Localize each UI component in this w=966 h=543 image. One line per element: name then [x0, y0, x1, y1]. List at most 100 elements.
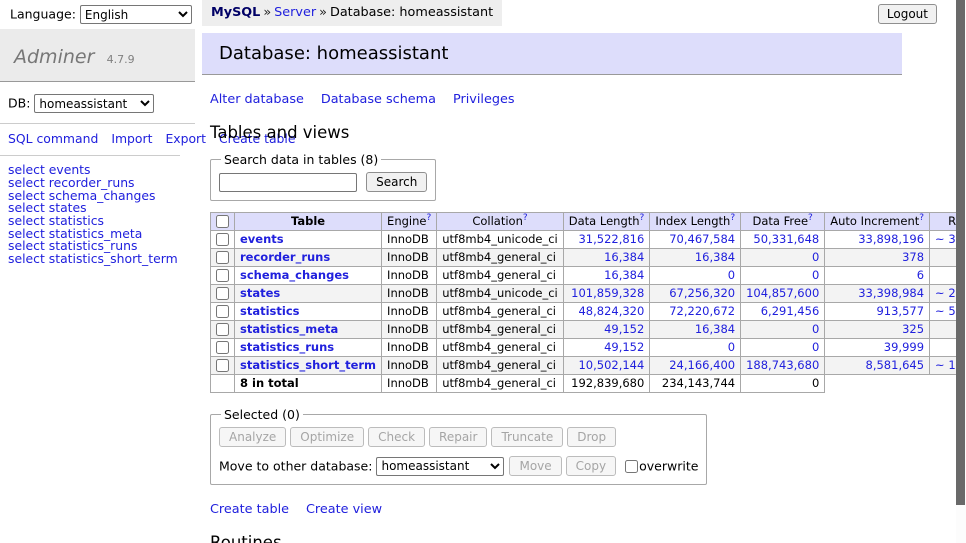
- language-select[interactable]: English: [80, 5, 192, 24]
- table-link-recorder-runs[interactable]: recorder_runs: [240, 250, 330, 264]
- sidebar-link-export[interactable]: Export: [165, 131, 206, 146]
- data_length-link[interactable]: 49,152: [604, 340, 644, 354]
- row-checkbox[interactable]: [216, 269, 229, 282]
- column-hint-link[interactable]: ?: [808, 213, 813, 223]
- column-hint-link[interactable]: ?: [523, 213, 528, 223]
- analyze-button[interactable]: Analyze: [219, 427, 286, 447]
- selected-legend: Selected (0): [221, 407, 303, 422]
- sidebar-link-sql-command[interactable]: SQL command: [8, 131, 98, 146]
- index_length-link[interactable]: 0: [728, 268, 735, 282]
- index_length-link[interactable]: 16,384: [695, 250, 735, 264]
- db-action-database-schema[interactable]: Database schema: [321, 92, 436, 107]
- row-checkbox[interactable]: [216, 341, 229, 354]
- cell-index_length: 72,220,672: [650, 303, 741, 321]
- column-hint-link[interactable]: ?: [426, 213, 431, 223]
- column-hint-link[interactable]: ?: [730, 213, 735, 223]
- check-button[interactable]: Check: [368, 427, 425, 447]
- auto_increment-link[interactable]: 325: [902, 322, 924, 336]
- column-hint-link[interactable]: ?: [919, 213, 924, 223]
- auto_increment-link[interactable]: 378: [902, 250, 924, 264]
- row-checkbox[interactable]: [216, 287, 229, 300]
- row-checkbox[interactable]: [216, 251, 229, 264]
- table-link-statistics-runs[interactable]: statistics_runs: [240, 340, 334, 354]
- drop-button[interactable]: Drop: [567, 427, 616, 447]
- select-all-checkbox[interactable]: [216, 215, 229, 228]
- table-link-statistics-meta[interactable]: statistics_meta: [240, 322, 338, 336]
- db-action-alter-database[interactable]: Alter database: [210, 92, 304, 107]
- table-link-schema-changes[interactable]: schema_changes: [240, 268, 349, 282]
- data_free-link[interactable]: 0: [812, 340, 819, 354]
- data_length-link[interactable]: 16,384: [604, 250, 644, 264]
- data_length-link[interactable]: 101,859,328: [571, 286, 644, 300]
- data_free-link[interactable]: 0: [812, 268, 819, 282]
- move-row: Move to other database:homeassistantMove…: [219, 456, 698, 476]
- truncate-button[interactable]: Truncate: [491, 427, 563, 447]
- table-link-states[interactable]: states: [240, 286, 280, 300]
- data_length-link[interactable]: 10,502,144: [578, 358, 644, 372]
- column-hint-link[interactable]: ?: [640, 213, 645, 223]
- copy-button[interactable]: Copy: [566, 456, 616, 476]
- cell-data_length: 16,384: [563, 249, 650, 267]
- cell-engine: InnoDB: [382, 231, 437, 249]
- data_free-link[interactable]: 0: [812, 322, 819, 336]
- data_length-link[interactable]: 49,152: [604, 322, 644, 336]
- index_length-link[interactable]: 70,467,584: [669, 232, 735, 246]
- move-db-select[interactable]: homeassistant: [376, 457, 504, 476]
- column-header-auto-increment: Auto Increment?: [825, 213, 930, 231]
- cell-auto_increment: 6: [825, 267, 930, 285]
- data_length-link[interactable]: 16,384: [604, 268, 644, 282]
- sidebar-link-import[interactable]: Import: [111, 131, 152, 146]
- row-checkbox[interactable]: [216, 233, 229, 246]
- table-link-events[interactable]: events: [240, 232, 284, 246]
- db-select[interactable]: homeassistant: [34, 94, 154, 113]
- footer-data-free: 0: [741, 375, 825, 393]
- breadcrumb-separator: »: [319, 5, 327, 20]
- create-link-create-view[interactable]: Create view: [306, 502, 382, 517]
- table-link-statistics-short-term[interactable]: statistics_short_term: [240, 358, 376, 372]
- sidebar-select-statistics-short-term[interactable]: select statistics_short_term: [8, 251, 178, 266]
- auto_increment-link[interactable]: 33,398,984: [858, 286, 924, 300]
- auto_increment-link[interactable]: 39,999: [884, 340, 924, 354]
- table-link-statistics[interactable]: statistics: [240, 304, 300, 318]
- index_length-link[interactable]: 16,384: [695, 322, 735, 336]
- index_length-link[interactable]: 24,166,400: [669, 358, 735, 372]
- search-input[interactable]: [219, 173, 357, 192]
- column-header-label: Index Length: [655, 214, 730, 228]
- overwrite-checkbox[interactable]: [625, 460, 638, 473]
- search-button[interactable]: Search: [366, 172, 427, 192]
- data_free-link[interactable]: 6,291,456: [761, 304, 820, 318]
- index_length-link[interactable]: 72,220,672: [669, 304, 735, 318]
- adminer-brand-link[interactable]: Adminer: [14, 46, 94, 68]
- repair-button[interactable]: Repair: [429, 427, 487, 447]
- data_free-link[interactable]: 104,857,600: [746, 286, 819, 300]
- auto_increment-link[interactable]: 8,581,645: [866, 358, 925, 372]
- breadcrumb-mysql-link[interactable]: MySQL: [211, 5, 260, 20]
- cell-data_free: 0: [741, 339, 825, 357]
- index_length-link[interactable]: 0: [728, 340, 735, 354]
- db-action-privileges[interactable]: Privileges: [453, 92, 515, 107]
- breadcrumb-server-link[interactable]: Server: [274, 5, 316, 20]
- data_free-link[interactable]: 188,743,680: [746, 358, 819, 372]
- row-checkbox[interactable]: [216, 323, 229, 336]
- data_free-link[interactable]: 50,331,648: [753, 232, 819, 246]
- index_length-link[interactable]: 67,256,320: [669, 286, 735, 300]
- row-checkbox[interactable]: [216, 359, 229, 372]
- logout-button[interactable]: Logout: [878, 4, 937, 24]
- create-link-create-table[interactable]: Create table: [210, 502, 289, 517]
- cell-engine: InnoDB: [382, 267, 437, 285]
- data_free-link[interactable]: 0: [812, 250, 819, 264]
- cell-data_free: 6,291,456: [741, 303, 825, 321]
- optimize-button[interactable]: Optimize: [290, 427, 364, 447]
- table-row: schema_changesInnoDButf8mb4_general_ci16…: [211, 267, 966, 285]
- sidebar-action-links: SQL commandImportExportCreate table: [0, 124, 180, 156]
- table-name-cell: schema_changes: [235, 267, 382, 285]
- data_length-link[interactable]: 31,522,816: [578, 232, 644, 246]
- auto_increment-link[interactable]: 6: [917, 268, 924, 282]
- scrollbar-track[interactable]: [956, 0, 966, 543]
- row-checkbox[interactable]: [216, 305, 229, 318]
- auto_increment-link[interactable]: 913,577: [876, 304, 924, 318]
- data_length-link[interactable]: 48,824,320: [578, 304, 644, 318]
- auto_increment-link[interactable]: 33,898,196: [858, 232, 924, 246]
- scrollbar-thumb[interactable]: [956, 0, 965, 505]
- move-button[interactable]: Move: [509, 456, 561, 476]
